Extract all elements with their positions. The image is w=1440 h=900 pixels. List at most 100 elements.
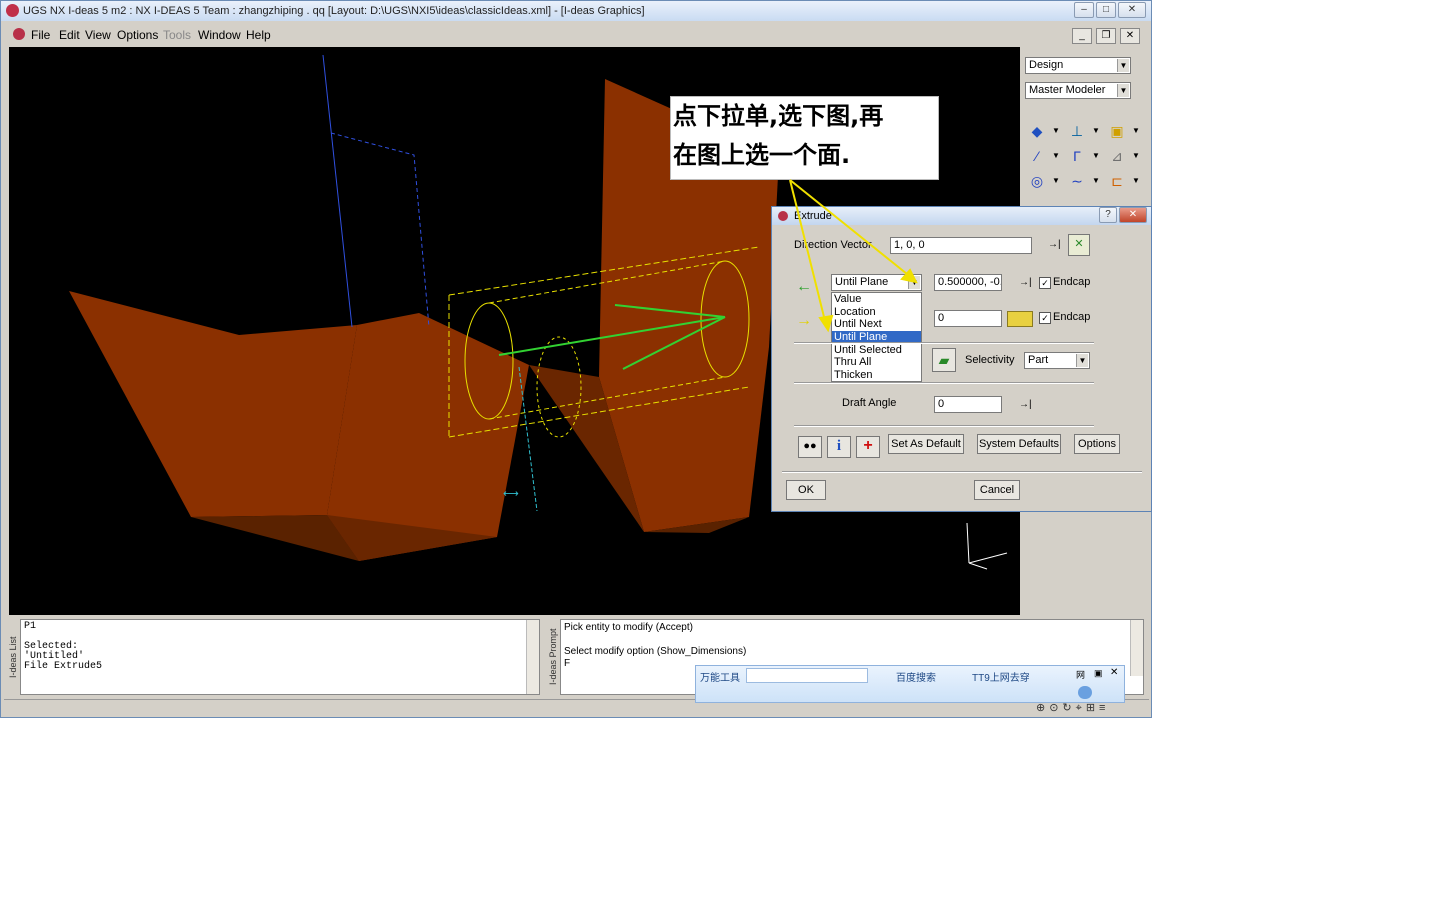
info-icon[interactable]: i xyxy=(827,436,851,458)
side-panel: Design ▼ Master Modeler ▼ ◆ ▼ ⊥ ▼ ▣ ▼ ⁄ ▼ … xyxy=(1021,47,1145,213)
dimension-tool-menu[interactable]: ▼ xyxy=(1132,146,1140,166)
mdi-restore-button[interactable]: ❐ xyxy=(1096,28,1116,44)
set-as-default-button[interactable]: Set As Default xyxy=(888,434,964,454)
annotation-callout: 点下拉单,选下图,再 在图上选一个面. xyxy=(670,96,939,180)
extent1-pick-icon[interactable]: →| xyxy=(1019,277,1032,288)
ideas-prompt-tab[interactable]: I-deas Prompt xyxy=(548,621,560,693)
axis-line xyxy=(518,366,538,512)
fillet-tool-icon[interactable]: Γ xyxy=(1067,146,1087,166)
list-option-value[interactable]: Value xyxy=(832,293,921,306)
chevron-down-icon: ▼ xyxy=(1117,59,1129,72)
endcap1-checkbox[interactable]: ✓ xyxy=(1039,277,1051,289)
qq-restore-icon[interactable]: ▣ xyxy=(1094,668,1103,679)
ruler-icon[interactable] xyxy=(1007,311,1033,327)
close-button[interactable]: ✕ xyxy=(1118,2,1146,18)
draft-pick-icon[interactable]: →| xyxy=(1019,399,1032,410)
circle-tool-menu[interactable]: ▼ xyxy=(1052,171,1060,191)
draft-angle-label: Draft Angle xyxy=(842,397,897,409)
workplane-edge xyxy=(322,54,353,328)
selectivity-select[interactable]: Part ▼ xyxy=(1024,352,1090,369)
spline-tool-menu[interactable]: ▼ xyxy=(1092,171,1100,191)
add-icon[interactable]: + xyxy=(856,436,880,458)
qq-item-tt[interactable]: TT9上网去穿 xyxy=(972,669,1030,684)
menu-help[interactable]: Help xyxy=(246,28,271,42)
task-select[interactable]: Design ▼ xyxy=(1025,57,1131,74)
minimize-button[interactable]: – xyxy=(1074,2,1094,18)
qq-item-tools[interactable]: 万能工具 xyxy=(700,669,740,684)
qq-close-icon[interactable]: ✕ xyxy=(1110,667,1118,678)
options-button[interactable]: Options xyxy=(1074,434,1120,454)
menu-tools[interactable]: Tools xyxy=(163,28,191,42)
list-option-until-next[interactable]: Until Next xyxy=(832,318,921,331)
yellow-direction-arrow-icon: → xyxy=(796,312,812,329)
menu-options[interactable]: Options xyxy=(117,28,158,42)
separator-2 xyxy=(794,382,1094,384)
sketch-tool-menu[interactable]: ▼ xyxy=(1092,121,1100,141)
list-option-thicken[interactable]: Thicken xyxy=(832,369,921,382)
polyline-tool-menu[interactable]: ▼ xyxy=(1052,146,1060,166)
chevron-down-icon: ▼ xyxy=(908,276,920,289)
model-face-left[interactable] xyxy=(69,291,357,517)
preview-icon[interactable]: ●● xyxy=(798,436,822,458)
mdi-close-button[interactable]: ✕ xyxy=(1120,28,1140,44)
extent-dropdown-list[interactable]: Value Location Until Next Until Plane Un… xyxy=(831,292,922,382)
list-scrollbar[interactable] xyxy=(526,620,539,694)
qq-logo-icon[interactable] xyxy=(1078,686,1092,699)
draft-angle-input[interactable]: 0 xyxy=(934,396,1002,413)
dialog-title-bar[interactable]: Extrude ? ✕ xyxy=(772,207,1151,225)
annotation-line-1: 点下拉单,选下图,再 xyxy=(673,102,884,130)
qq-item-baidu[interactable]: 百度搜索 xyxy=(896,669,936,684)
extrude-dialog: Extrude ? ✕ Direction Vector 1, 0, 0 →| … xyxy=(771,206,1152,512)
maximize-button[interactable]: □ xyxy=(1096,2,1116,18)
extent1-select[interactable]: Until Plane ▼ xyxy=(831,274,922,291)
polyline-tool-icon[interactable]: ⁄ xyxy=(1027,146,1047,166)
cancel-button[interactable]: Cancel xyxy=(974,480,1020,500)
menu-edit[interactable]: Edit xyxy=(59,28,80,42)
extent2-value-input[interactable]: 0 xyxy=(934,310,1002,327)
mdi-minimize-button[interactable]: _ xyxy=(1072,28,1092,44)
separator-3 xyxy=(794,425,1094,427)
qq-search-input[interactable] xyxy=(746,668,868,683)
endcap2-checkbox[interactable]: ✓ xyxy=(1039,312,1051,324)
fillet-tool-menu[interactable]: ▼ xyxy=(1092,146,1100,166)
menu-file[interactable]: File xyxy=(31,28,50,42)
trim-tool-menu[interactable]: ▼ xyxy=(1132,171,1140,191)
spline-tool-icon[interactable]: ∼ xyxy=(1067,171,1087,191)
group-tool-icon[interactable]: ▣ xyxy=(1107,121,1127,141)
separator-4 xyxy=(782,471,1142,473)
group-tool-menu[interactable]: ▼ xyxy=(1132,121,1140,141)
selectivity-select-value: Part xyxy=(1028,354,1049,366)
list-option-location[interactable]: Location xyxy=(832,306,921,319)
circle-tool-icon[interactable]: ◎ xyxy=(1027,171,1047,191)
direction-pick-icon[interactable]: →| xyxy=(1048,239,1061,250)
annotation-line-2: 在图上选一个面. xyxy=(673,141,851,169)
trim-tool-icon[interactable]: ⊏ xyxy=(1107,171,1127,191)
sketch-tool-icon[interactable]: ⊥ xyxy=(1067,121,1087,141)
dimension-tool-icon[interactable]: ⊿ xyxy=(1107,146,1127,166)
workplane-dashed xyxy=(330,132,430,328)
menu-bar: File Edit View Options Tools Window Help… xyxy=(9,25,1143,45)
selectivity-icon[interactable]: ▰ xyxy=(932,348,956,372)
menu-window[interactable]: Window xyxy=(198,28,241,42)
ideas-list-tab[interactable]: I-deas List xyxy=(8,621,20,693)
list-option-until-selected[interactable]: Until Selected xyxy=(832,344,921,357)
extrude-tool-icon[interactable]: ◆ xyxy=(1027,121,1047,141)
extent1-value-input[interactable]: 0.500000, -0. xyxy=(934,274,1002,291)
application-select[interactable]: Master Modeler ▼ xyxy=(1025,82,1131,99)
ok-button[interactable]: OK xyxy=(786,480,826,500)
ideas-list-panel[interactable]: P1 Selected: 'Untitled' File Extrude5 xyxy=(20,619,540,695)
prompt-scrollbar[interactable] xyxy=(1130,620,1143,676)
dialog-close-button[interactable]: ✕ xyxy=(1119,207,1147,223)
view-tools-icons[interactable]: ⊕⊙↻⌖⊞≡ xyxy=(1036,701,1109,715)
extrude-tool-menu[interactable]: ▼ xyxy=(1052,121,1060,141)
endcap2-label: Endcap xyxy=(1053,311,1091,323)
dialog-help-button[interactable]: ? xyxy=(1099,207,1117,223)
list-option-thru-all[interactable]: Thru All xyxy=(832,356,921,369)
direction-vector-input[interactable]: 1, 0, 0 xyxy=(890,237,1032,254)
qq-toolbar: 万能工具 百度搜索 TT9上网去穿 网 ▣ ✕ xyxy=(695,665,1125,703)
system-defaults-button[interactable]: System Defaults xyxy=(977,434,1061,454)
menu-view[interactable]: View xyxy=(85,28,111,42)
vector-wand-icon[interactable]: ✕ xyxy=(1068,234,1090,256)
qq-net-icon[interactable]: 网 xyxy=(1076,668,1085,681)
chevron-down-icon: ▼ xyxy=(1117,84,1129,97)
